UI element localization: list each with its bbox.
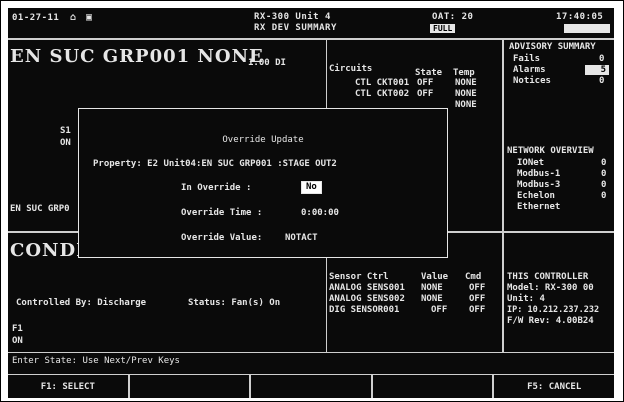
advisory-title: ADVISORY SUMMARY (509, 42, 596, 52)
f2-button[interactable] (128, 374, 251, 398)
circuits-temp-header: Temp (453, 68, 475, 78)
sensor-row-name[interactable]: ANALOG SENS001 (329, 283, 405, 293)
circuit-row-name[interactable]: CTL CKT002 (355, 89, 409, 99)
group-title: EN SUC GRP001 NONE (10, 46, 264, 67)
group-footer-label: EN SUC GRP0 (10, 204, 70, 214)
group-value: 1.00 DI (248, 58, 286, 68)
sensor-header: Sensor Ctrl (329, 272, 389, 282)
circuits-header: Circuits (329, 64, 373, 74)
advisory-notices-label[interactable]: Notices (513, 76, 551, 86)
network-modbus1-count: 0 (601, 169, 607, 179)
network-ionet-label[interactable]: IONet (517, 158, 544, 168)
f5-cancel-button[interactable]: F5: CANCEL (493, 374, 614, 398)
sensor-value-header: Value (421, 272, 449, 282)
override-value-field[interactable]: NOTACT (285, 233, 318, 243)
circuit-row-temp: NONE (455, 100, 477, 110)
network-echelon-count: 0 (601, 191, 607, 201)
advisory-alarms-label[interactable]: Alarms (513, 65, 546, 75)
advisory-notices-count: 0 (599, 76, 605, 86)
right-summary-panel: ADVISORY SUMMARY Fails 0 Alarms 5 Notice… (502, 39, 614, 233)
header-bar: 01-27-11 ⌂ ▣ RX-300 Unit 4 RX DEV SUMMAR… (8, 8, 614, 39)
override-update-dialog[interactable]: Override Update Property: E2 Unit04:EN S… (78, 108, 448, 258)
home-icon[interactable]: ⌂ (70, 12, 77, 23)
sensor-cmd-header: Cmd (465, 272, 482, 282)
date-display: 01-27-11 (12, 13, 60, 23)
f4-button[interactable] (371, 374, 494, 398)
fan-label: F1 (12, 324, 23, 334)
advisory-fails-label[interactable]: Fails (513, 54, 540, 64)
controller-firmware: F/W Rev: 4.00B24 (507, 316, 594, 326)
network-modbus3-count: 0 (601, 180, 607, 190)
user-badge (564, 24, 610, 33)
circuit-row-state: OFF (417, 89, 434, 99)
status-text: Enter State: Use Next/Prev Keys (12, 356, 180, 366)
sensor-row-value: NONE (421, 294, 443, 304)
network-modbus1-label[interactable]: Modbus-1 (517, 169, 560, 179)
override-time-field[interactable]: 0:00:00 (301, 208, 339, 218)
circuit-row-name[interactable]: CTL CKT001 (355, 78, 409, 88)
screenshot-frame: 01-27-11 ⌂ ▣ RX-300 Unit 4 RX DEV SUMMAR… (0, 0, 624, 402)
network-modbus3-label[interactable]: Modbus-3 (517, 180, 560, 190)
circuit-row-state: OFF (417, 78, 434, 88)
controller-model: Model: RX-300 00 (507, 283, 594, 293)
controller-panel: THIS CONTROLLER Model: RX-300 00 Unit: 4… (502, 231, 614, 353)
network-ethernet-label[interactable]: Ethernet (517, 202, 560, 212)
circuit-row-temp: NONE (455, 89, 477, 99)
oat-readout: OAT: 20 (432, 12, 474, 22)
controller-display: 01-27-11 ⌂ ▣ RX-300 Unit 4 RX DEV SUMMAR… (8, 8, 614, 398)
f1-select-button[interactable]: F1: SELECT (8, 374, 129, 398)
override-value-label: Override Value: (181, 233, 263, 243)
controller-unit: Unit: 4 (507, 294, 545, 304)
override-time-label: Override Time : (181, 208, 263, 218)
function-key-bar: F1: SELECT F5: CANCEL (8, 374, 614, 398)
advisory-alarms-count: 5 (585, 65, 609, 75)
stage-label: S1 (60, 126, 71, 136)
status-line: Enter State: Use Next/Prev Keys (8, 352, 614, 373)
in-override-label: In Override : (181, 183, 252, 193)
condenser-status: Status: Fan(s) On (188, 298, 281, 308)
fan-state: ON (12, 336, 23, 346)
time-display: 17:40:05 (556, 12, 604, 22)
in-override-field[interactable]: No (301, 181, 322, 194)
sensor-row-value: NONE (421, 283, 443, 293)
sensor-row-cmd: OFF (469, 294, 486, 304)
dialog-title: Override Update (222, 135, 304, 145)
lock-icon[interactable]: ▣ (86, 12, 93, 23)
advisory-fails-count: 0 (599, 54, 605, 64)
controller-ip: IP: 10.212.237.232 (507, 305, 600, 315)
condenser-controlled-by: Controlled By: Discharge (16, 298, 147, 308)
network-title: NETWORK OVERVIEW (507, 146, 594, 156)
screen-title: RX DEV SUMMARY (254, 23, 337, 33)
sensor-row-value: OFF (431, 305, 448, 315)
sensor-row-cmd: OFF (469, 283, 486, 293)
full-badge: FULL (430, 24, 456, 33)
sensor-row-name[interactable]: ANALOG SENS002 (329, 294, 405, 304)
network-echelon-label[interactable]: Echelon (517, 191, 555, 201)
network-ionet-count: 0 (601, 158, 607, 168)
stage-state: ON (60, 138, 71, 148)
sensor-row-cmd: OFF (469, 305, 486, 315)
unit-name: RX-300 Unit 4 (254, 12, 331, 22)
f3-button[interactable] (250, 374, 372, 398)
circuit-row-temp: NONE (455, 78, 477, 88)
controller-title: THIS CONTROLLER (507, 272, 589, 282)
circuits-state-header: State (415, 68, 443, 78)
dialog-property: Property: E2 Unit04:EN SUC GRP001 :STAGE… (93, 159, 337, 169)
sensor-row-name[interactable]: DIG SENSOR001 (329, 305, 399, 315)
